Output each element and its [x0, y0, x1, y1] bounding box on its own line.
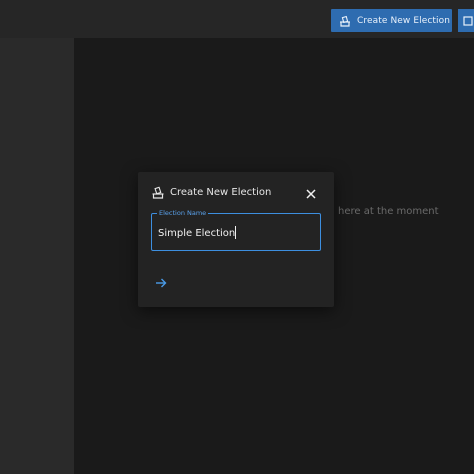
arrow-right-icon	[155, 278, 167, 288]
create-new-election-button[interactable]: Create New Election	[331, 9, 452, 32]
ballot-box-icon	[463, 15, 473, 26]
election-name-field: Election Name	[151, 209, 321, 251]
submit-button[interactable]	[154, 276, 168, 290]
close-button[interactable]	[304, 187, 318, 201]
create-election-dialog: Create New Election Election Name	[138, 172, 334, 307]
sidebar	[0, 38, 74, 474]
close-icon	[306, 189, 316, 199]
text-caret	[235, 226, 236, 239]
empty-message: here at the moment	[338, 206, 439, 217]
ballot-box-icon	[152, 186, 164, 199]
election-name-input[interactable]	[158, 226, 314, 240]
top-bar: Create New Election	[0, 0, 474, 38]
empty-message-container: here at the moment	[338, 206, 474, 222]
election-name-label: Election Name	[157, 209, 209, 217]
dialog-header: Create New Election	[152, 186, 271, 199]
create-new-election-label: Create New Election	[357, 15, 451, 26]
ballot-box-icon	[339, 15, 351, 27]
dialog-title: Create New Election	[170, 187, 272, 198]
secondary-action-button[interactable]	[458, 9, 474, 32]
